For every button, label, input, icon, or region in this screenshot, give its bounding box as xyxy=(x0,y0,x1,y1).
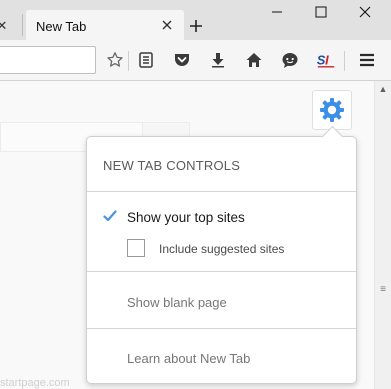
menu-icon[interactable] xyxy=(357,50,377,70)
tab-title: New Tab xyxy=(36,19,87,34)
new-tab-controls-popup: NEW TAB CONTROLS Show your top sites Inc… xyxy=(86,136,357,384)
divider xyxy=(87,271,356,272)
learn-about-new-tab-link[interactable]: Learn about New Tab xyxy=(127,351,250,366)
close-icon[interactable]: ✕ xyxy=(0,18,10,34)
minimize-button[interactable] xyxy=(262,0,292,24)
tab-separator xyxy=(22,14,23,36)
top-sites-label: Show your top sites xyxy=(127,210,245,225)
toolbar-separator xyxy=(344,51,345,71)
popup-title: NEW TAB CONTROLS xyxy=(103,158,241,173)
customize-button[interactable] xyxy=(312,90,352,130)
title-bar: ✕ New Tab xyxy=(0,0,391,41)
show-blank-page-option[interactable]: Show blank page xyxy=(127,295,227,310)
maximize-button[interactable] xyxy=(306,0,336,24)
include-suggested-option[interactable]: Include suggested sites xyxy=(127,239,327,259)
vertical-scrollbar[interactable]: ▲ ≡ xyxy=(374,81,391,389)
gear-icon xyxy=(320,98,344,122)
minimize-icon xyxy=(272,11,282,13)
maximize-icon xyxy=(315,6,327,18)
tab-new-tab[interactable]: New Tab xyxy=(26,10,184,41)
addon-si-icon[interactable]: S I xyxy=(316,50,336,70)
include-suggested-checkbox[interactable] xyxy=(127,239,145,257)
bookmark-star-icon[interactable] xyxy=(105,50,125,70)
toolbar-separator xyxy=(128,51,129,71)
close-icon xyxy=(359,6,371,18)
scrollbar-grip-icon[interactable]: ≡ xyxy=(379,285,387,295)
close-icon[interactable] xyxy=(160,18,174,32)
home-icon[interactable] xyxy=(244,50,264,70)
close-window-button[interactable] xyxy=(350,0,380,24)
chat-icon[interactable] xyxy=(280,50,300,70)
scroll-up-arrow-icon[interactable]: ▲ xyxy=(375,81,391,97)
reading-list-icon[interactable] xyxy=(136,50,156,70)
download-icon[interactable] xyxy=(208,50,228,70)
divider xyxy=(87,328,356,329)
new-tab-button[interactable] xyxy=(184,12,208,40)
nav-toolbar: S I xyxy=(0,40,391,81)
include-suggested-label: Include suggested sites xyxy=(159,242,285,256)
divider xyxy=(87,191,356,192)
plus-icon xyxy=(190,20,202,32)
url-bar[interactable] xyxy=(0,46,96,74)
pocket-icon[interactable] xyxy=(172,50,192,70)
footer-text: startpage.com xyxy=(0,377,70,389)
checkmark-icon xyxy=(103,210,117,222)
svg-text:I: I xyxy=(325,53,329,68)
